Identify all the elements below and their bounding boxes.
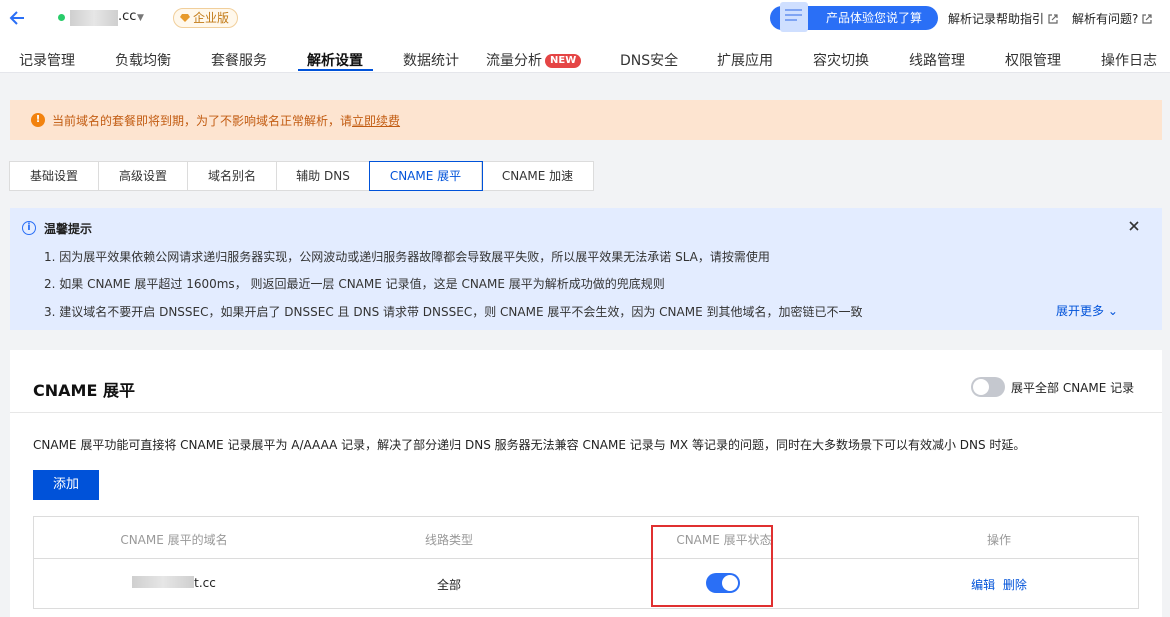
flatten-all-label: 展平全部 CNAME 记录 [1011, 381, 1135, 395]
tab-dns-security[interactable]: DNS安全 [620, 50, 678, 70]
tab-load-balance[interactable]: 负载均衡 [115, 50, 171, 70]
edition-badge: 企业版 [173, 8, 239, 28]
domain-name-redacted [132, 576, 195, 588]
document-icon [780, 2, 808, 32]
divider [10, 412, 1162, 413]
column-header-domain: CNAME 展平的域名 [120, 533, 228, 547]
cname-flatten-card: CNAME 展平 展平全部 CNAME 记录 CNAME 展平功能可直接将 CN… [10, 350, 1162, 617]
tips-line-3: 3. 建议域名不要开启 DNSSEC，如果开启了 DNSSEC 且 DNS 请求… [44, 305, 863, 319]
tab-traffic-label: 流量分析 [486, 53, 542, 69]
status-dot-icon [58, 14, 65, 21]
row-actions: 编辑 删除 [959, 576, 1039, 593]
subtab-secondary-dns[interactable]: 辅助 DNS [277, 162, 370, 190]
back-arrow-icon[interactable] [8, 9, 26, 27]
top-bar: .cc ▼ 企业版 产品体验您说了算 解析记录帮助指引 解析有问题? [0, 0, 1170, 38]
card-title: CNAME 展平 [33, 381, 135, 400]
main-tabs: 记录管理 负载均衡 套餐服务 解析设置 数据统计 流量分析 NEW DNS安全 扩… [0, 38, 1170, 73]
subtab-advanced[interactable]: 高级设置 [99, 162, 188, 190]
edit-link[interactable]: 编辑 [971, 578, 995, 592]
external-link-icon [1142, 13, 1152, 24]
close-icon[interactable] [1126, 218, 1142, 234]
tab-records[interactable]: 记录管理 [19, 50, 75, 70]
tips-line-2: 2. 如果 CNAME 展平超过 1600ms， 则返回最近一层 CNAME 记… [44, 277, 665, 291]
domain-name-redacted [70, 10, 118, 26]
diamond-icon [180, 14, 190, 22]
subtab-domain-alias[interactable]: 域名别名 [188, 162, 277, 190]
tab-disaster-recovery[interactable]: 容灾切换 [813, 50, 869, 70]
tab-statistics[interactable]: 数据统计 [403, 50, 459, 70]
expire-alert: ! 当前域名的套餐即将到期，为了不影响域名正常解析，请 立即续费 [10, 100, 1162, 140]
add-button[interactable]: 添加 [33, 470, 99, 500]
tab-plan[interactable]: 套餐服务 [211, 50, 267, 70]
caret-down-icon[interactable]: ▼ [137, 13, 144, 23]
warning-icon: ! [31, 113, 45, 127]
card-description: CNAME 展平功能可直接将 CNAME 记录展平为 A/AAAA 记录，解决了… [33, 438, 1026, 452]
tips-title: 温馨提示 [44, 222, 93, 236]
help-guide-link[interactable]: 解析记录帮助指引 [948, 10, 1058, 27]
chevron-down-icon: ⌄ [1107, 304, 1118, 318]
question-label: 解析有问题? [1072, 12, 1139, 26]
flatten-table: CNAME 展平的域名 线路类型 CNAME 展平状态 操作 t.cc 全部 编… [33, 516, 1139, 609]
tips-panel: i 温馨提示 1. 因为展平效果依赖公网请求递归服务器实现，公网波动或递归服务器… [10, 208, 1162, 330]
edition-label: 企业版 [193, 11, 230, 25]
subtab-cname-flatten[interactable]: CNAME 展平 [369, 161, 483, 191]
tab-operation-log[interactable]: 操作日志 [1101, 50, 1157, 70]
row-domain: t.cc [94, 576, 254, 590]
highlight-annotation [651, 525, 773, 607]
expand-more-link[interactable]: 展开更多 ⌄ [1056, 302, 1118, 319]
info-icon: i [22, 221, 36, 235]
sub-tabs: 基础设置 高级设置 域名别名 辅助 DNS CNAME 展平 CNAME 加速 [9, 161, 594, 191]
tab-resolve-settings[interactable]: 解析设置 [307, 50, 363, 70]
tab-traffic-analysis[interactable]: 流量分析 NEW [486, 50, 582, 70]
tab-line-management[interactable]: 线路管理 [909, 50, 965, 70]
tab-extensions[interactable]: 扩展应用 [717, 50, 773, 70]
new-badge: NEW [545, 54, 582, 68]
subtab-basic[interactable]: 基础设置 [10, 162, 99, 190]
subtab-cname-accelerate[interactable]: CNAME 加速 [482, 162, 593, 190]
tips-line-1: 1. 因为展平效果依赖公网请求递归服务器实现，公网波动或递归服务器故障都会导致展… [44, 250, 770, 264]
flatten-all-toggle[interactable] [971, 377, 1005, 397]
row-line-type: 全部 [436, 578, 461, 592]
expand-more-label: 展开更多 [1056, 304, 1105, 318]
delete-link[interactable]: 删除 [1003, 578, 1027, 592]
tab-permissions[interactable]: 权限管理 [1005, 50, 1061, 70]
external-link-icon [1048, 13, 1058, 24]
active-tab-indicator [298, 69, 373, 71]
domain-suffix[interactable]: .cc [118, 9, 136, 24]
column-header-line: 线路类型 [424, 533, 473, 547]
column-header-actions: 操作 [986, 533, 1011, 547]
renew-link[interactable]: 立即续费 [352, 112, 400, 129]
question-link[interactable]: 解析有问题? [1072, 10, 1152, 27]
help-guide-label: 解析记录帮助指引 [948, 12, 1045, 26]
row-domain-suffix: t.cc [194, 576, 216, 590]
alert-text: 当前域名的套餐即将到期，为了不影响域名正常解析，请 [52, 113, 353, 128]
